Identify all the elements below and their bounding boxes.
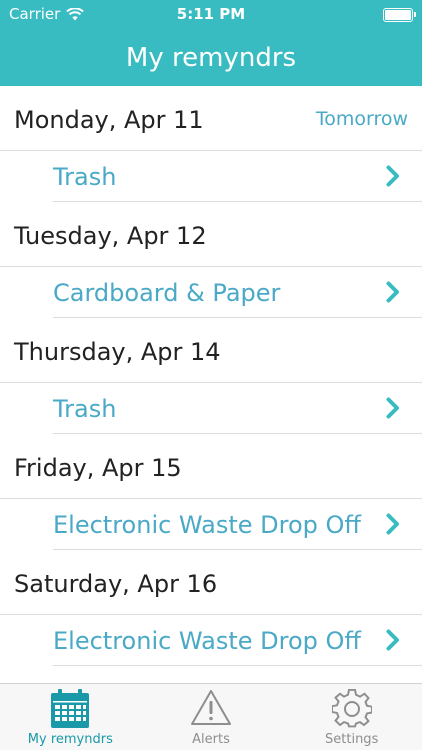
reminder-row[interactable]: Cardboard & Paper (53, 267, 422, 318)
status-bar: Carrier 5:11 PM (0, 0, 422, 30)
reminder-row[interactable]: Trash (53, 151, 422, 202)
reminder-label: Electronic Waste Drop Off (53, 511, 361, 539)
warning-icon (191, 690, 231, 725)
date-note: Tomorrow (315, 108, 408, 130)
chevron-right-icon (386, 281, 399, 303)
date-label: Thursday, Apr 14 (14, 338, 221, 366)
battery-level (385, 10, 411, 20)
chevron-right-icon (386, 513, 399, 535)
date-header: Saturday, Apr 16 (0, 550, 422, 615)
tab-settings[interactable]: Settings (281, 684, 422, 750)
date-header: Monday, Apr 11 Tomorrow (0, 86, 422, 151)
reminder-row[interactable]: Trash (53, 383, 422, 434)
tab-my-remyndrs[interactable]: My remyndrs (0, 684, 141, 750)
date-header: Friday, Apr 15 (0, 434, 422, 499)
date-header: Thursday, Apr 14 (0, 318, 422, 383)
battery-icon (383, 8, 416, 22)
gear-icon (331, 689, 372, 728)
reminder-label: Cardboard & Paper (53, 279, 281, 307)
chevron-right-icon (386, 165, 399, 187)
reminder-label: Electronic Waste Drop Off (53, 627, 361, 655)
date-label: Saturday, Apr 16 (14, 570, 218, 598)
nav-bar: My remyndrs (0, 30, 422, 86)
reminder-label: Trash (53, 395, 117, 423)
date-header: Tuesday, Apr 12 (0, 202, 422, 267)
page-title: My remyndrs (125, 43, 297, 73)
reminder-label: Trash (53, 163, 117, 191)
reminder-row[interactable]: Electronic Waste Drop Off (53, 499, 422, 550)
tab-label: Alerts (192, 732, 230, 747)
date-label: Friday, Apr 15 (14, 454, 182, 482)
tab-label: My remyndrs (27, 732, 113, 747)
status-time: 5:11 PM (176, 5, 246, 23)
chevron-right-icon (386, 397, 399, 419)
date-label: Tuesday, Apr 12 (14, 222, 207, 250)
tab-bar: My remyndrs Alerts Settings (0, 683, 422, 750)
date-label: Monday, Apr 11 (14, 106, 204, 134)
tab-label: Settings (325, 732, 379, 747)
calendar-icon (51, 689, 90, 728)
reminder-list[interactable]: Monday, Apr 11 Tomorrow Trash Tuesday, A… (0, 86, 422, 666)
reminder-row[interactable]: Electronic Waste Drop Off (53, 615, 422, 666)
tab-alerts[interactable]: Alerts (141, 684, 282, 750)
chevron-right-icon (386, 629, 399, 651)
